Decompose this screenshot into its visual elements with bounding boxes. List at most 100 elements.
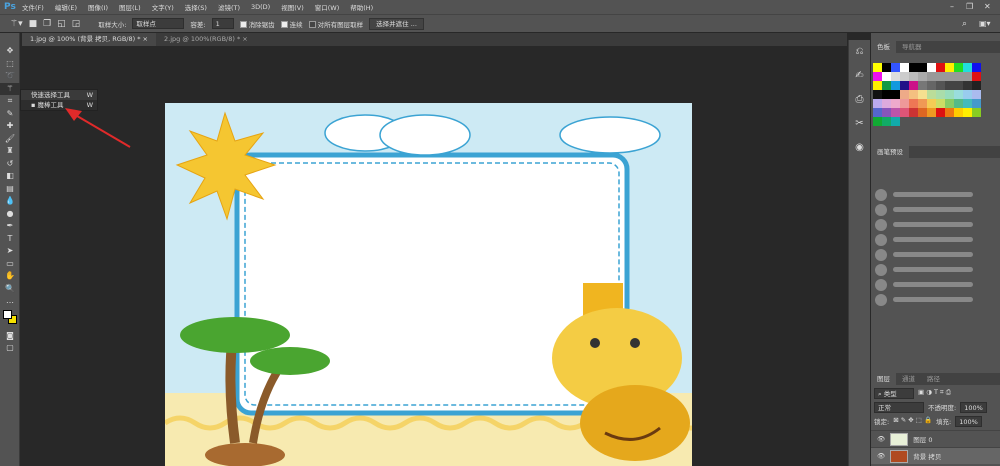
color-swatch[interactable] <box>936 81 945 90</box>
tab-channels[interactable]: 通道 <box>896 373 921 385</box>
swatch-grid[interactable] <box>873 63 1000 126</box>
color-swatch[interactable] <box>909 81 918 90</box>
more-tools-icon[interactable]: … <box>0 295 20 308</box>
color-swatch[interactable] <box>900 63 909 72</box>
pen-tool-icon[interactable]: ✒ <box>0 220 20 233</box>
menu-type[interactable]: 文字(Y) <box>152 2 174 12</box>
menu-3d[interactable]: 3D(D) <box>251 3 270 11</box>
color-swatch[interactable] <box>891 90 900 99</box>
color-swatch[interactable] <box>963 90 972 99</box>
color-swatch[interactable] <box>909 72 918 81</box>
eraser-tool-icon[interactable]: ◧ <box>0 170 20 183</box>
restore-button[interactable]: ❐ <box>966 2 973 11</box>
color-swatch[interactable] <box>873 117 882 126</box>
color-swatch[interactable] <box>936 99 945 108</box>
hand-tool-icon[interactable]: ✋ <box>0 270 20 283</box>
healing-tool-icon[interactable]: ✚ <box>0 120 20 133</box>
color-swatch[interactable] <box>873 81 882 90</box>
menu-window[interactable]: 窗口(W) <box>315 2 340 12</box>
color-swatch[interactable] <box>882 99 891 108</box>
color-swatch[interactable] <box>873 108 882 117</box>
tab-swatches[interactable]: 色板 <box>871 41 896 53</box>
tab-2jpg[interactable]: 2.jpg @ 100%(RGB/8) * × <box>156 33 256 46</box>
menu-edit[interactable]: 编辑(E) <box>55 2 77 12</box>
color-swatch[interactable] <box>873 90 882 99</box>
color-swatch[interactable] <box>945 90 954 99</box>
brush-list[interactable] <box>871 188 1000 306</box>
close-button[interactable]: ✕ <box>984 2 991 11</box>
color-swatch[interactable] <box>900 72 909 81</box>
color-swatch[interactable] <box>954 99 963 108</box>
anti-alias-checkbox[interactable]: 消除锯齿 <box>239 19 275 29</box>
color-swatch[interactable] <box>972 90 981 99</box>
menu-image[interactable]: 图像(I) <box>88 2 108 12</box>
color-swatch[interactable] <box>918 81 927 90</box>
color-swatch[interactable] <box>963 99 972 108</box>
tab-layers[interactable]: 图层 <box>871 373 896 385</box>
color-swatch[interactable] <box>909 99 918 108</box>
opacity-input[interactable]: 100% <box>960 402 987 413</box>
color-swatch[interactable] <box>945 81 954 90</box>
color-swatch[interactable] <box>963 81 972 90</box>
tab-paths[interactable]: 路径 <box>921 373 946 385</box>
menu-filter[interactable]: 滤镜(T) <box>218 2 240 12</box>
color-swatch[interactable] <box>882 72 891 81</box>
brush-settings-icon[interactable]: ✍ <box>849 64 870 88</box>
history-icon[interactable]: ⎌ <box>849 40 870 64</box>
search-icon[interactable]: ⌕ <box>962 19 967 29</box>
quick-mask-icon[interactable]: ◙ <box>0 330 20 343</box>
color-swatch[interactable] <box>945 72 954 81</box>
type-tool-icon[interactable]: T <box>0 233 20 246</box>
move-tool-icon[interactable]: ✥ <box>0 45 20 58</box>
zoom-tool-icon[interactable]: 🔍 <box>0 283 20 296</box>
color-swatch[interactable] <box>891 99 900 108</box>
quick-selection-tool-item[interactable]: 快速选择工具 W <box>21 90 97 100</box>
menu-file[interactable]: 文件(F) <box>22 2 44 12</box>
color-swatch[interactable] <box>936 108 945 117</box>
color-swatch[interactable] <box>900 90 909 99</box>
clone-source-icon[interactable]: ⎙ <box>849 88 870 112</box>
color-swatch[interactable] <box>972 81 981 90</box>
color-swatch[interactable] <box>936 90 945 99</box>
color-swatch[interactable] <box>882 117 891 126</box>
layer-row[interactable]: 👁 图层 0 <box>871 430 1000 447</box>
color-swatch[interactable] <box>945 99 954 108</box>
color-swatch[interactable] <box>963 108 972 117</box>
color-swatch[interactable] <box>954 81 963 90</box>
workspace-icon[interactable]: ▣▾ <box>979 19 991 28</box>
path-select-icon[interactable]: ➤ <box>0 245 20 258</box>
color-swatch[interactable] <box>891 63 900 72</box>
color-swatch[interactable] <box>945 108 954 117</box>
lasso-tool-icon[interactable]: ➰ <box>0 70 20 83</box>
marquee-tool-icon[interactable]: ⬚ <box>0 58 20 71</box>
tab-1jpg[interactable]: 1.jpg @ 100% (背景 拷贝, RGB/8) * × <box>22 33 156 46</box>
menu-view[interactable]: 视图(V) <box>281 2 304 12</box>
stamp-tool-icon[interactable]: ♜ <box>0 145 20 158</box>
color-swatch[interactable] <box>936 63 945 72</box>
color-swatch[interactable] <box>927 99 936 108</box>
tab-close-icon[interactable]: × <box>143 35 148 43</box>
color-swatch[interactable] <box>918 99 927 108</box>
menu-layer[interactable]: 图层(L) <box>119 2 141 12</box>
magic-wand-preset-icon[interactable]: ⚚▾ <box>10 19 23 29</box>
shape-tool-icon[interactable]: ▭ <box>0 258 20 271</box>
filter-icons[interactable]: ▣ ◑ T ⌗ ⎙ <box>918 388 951 399</box>
color-swatch[interactable] <box>891 72 900 81</box>
color-swatch[interactable] <box>873 63 882 72</box>
color-swatch[interactable] <box>900 81 909 90</box>
contiguous-checkbox[interactable]: 连续 <box>280 19 303 29</box>
color-swatch[interactable] <box>972 108 981 117</box>
color-swatch[interactable] <box>954 63 963 72</box>
color-swatch[interactable] <box>927 81 936 90</box>
intersect-selection-icon[interactable]: ◲ <box>72 19 81 29</box>
color-swatch[interactable] <box>918 63 927 72</box>
visibility-eye-icon[interactable]: 👁 <box>877 452 885 460</box>
color-swatch[interactable] <box>900 99 909 108</box>
color-swatch[interactable] <box>927 63 936 72</box>
color-swatch[interactable] <box>909 63 918 72</box>
color-swatch[interactable] <box>882 90 891 99</box>
eyedropper-tool-icon[interactable]: ✎ <box>0 108 20 121</box>
3d-icon[interactable]: ◉ <box>849 136 870 160</box>
color-swatch[interactable] <box>927 72 936 81</box>
color-swatch[interactable] <box>927 90 936 99</box>
